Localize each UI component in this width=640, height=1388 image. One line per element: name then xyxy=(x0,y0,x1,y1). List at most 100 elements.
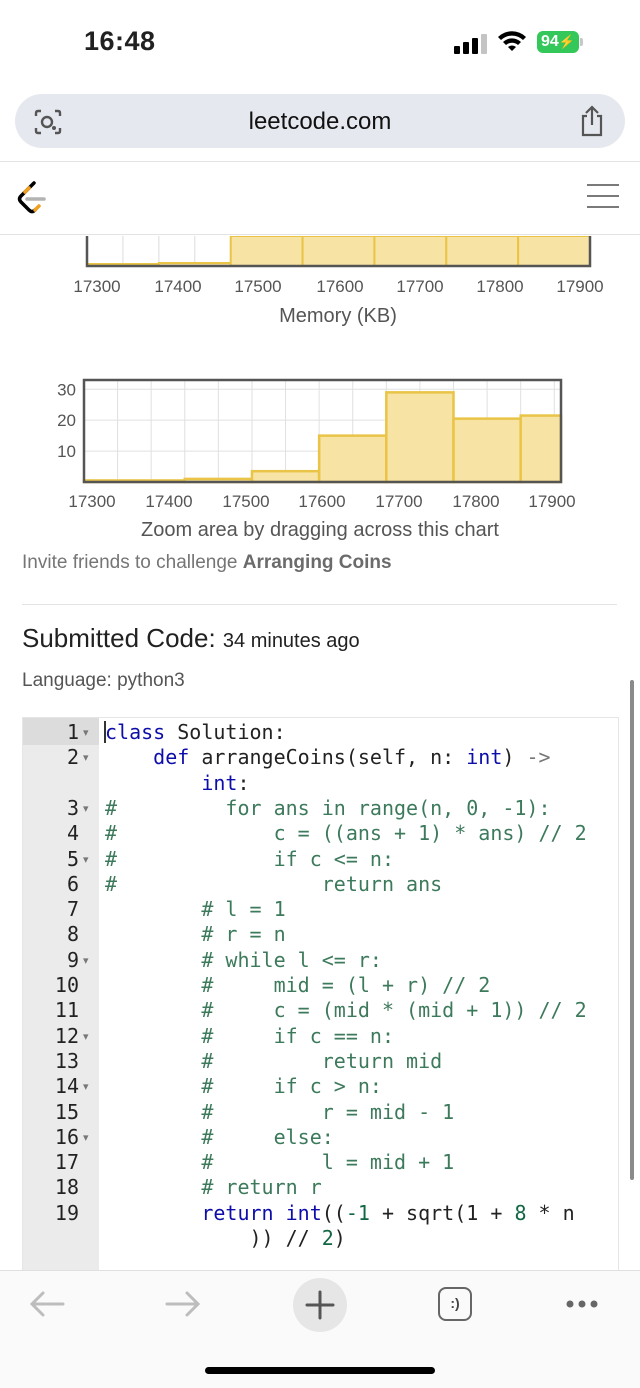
fold-arrow-icon[interactable]: ▾ xyxy=(83,726,89,739)
line-number: 11 xyxy=(54,998,79,1023)
home-indicator xyxy=(205,1367,435,1374)
code-line[interactable]: # while l <= r: xyxy=(105,948,382,972)
hamburger-menu-icon[interactable] xyxy=(587,184,619,217)
line-number: 1 xyxy=(66,720,79,744)
code-line[interactable]: )) // 2) xyxy=(105,1226,345,1250)
x-tick-label: 17600 xyxy=(298,492,345,511)
fold-arrow-icon[interactable]: ▾ xyxy=(83,954,89,967)
wifi-icon xyxy=(498,31,526,51)
code-line[interactable]: # c = ((ans + 1) * ans) // 2 xyxy=(105,821,587,845)
back-arrow-icon[interactable] xyxy=(28,1289,66,1319)
line-number: 13 xyxy=(54,1048,79,1073)
x-tick-label: 17600 xyxy=(316,277,363,296)
new-tab-plus-icon[interactable] xyxy=(292,1277,348,1333)
line-number: 16 xyxy=(54,1124,79,1149)
x-tick-label: 17500 xyxy=(222,492,269,511)
fold-arrow-icon[interactable]: ▾ xyxy=(83,853,89,866)
x-tick-label: 17400 xyxy=(154,277,201,296)
x-tick-label: 17700 xyxy=(396,277,443,296)
fold-arrow-icon[interactable]: ▾ xyxy=(83,802,89,815)
problem-name[interactable]: Arranging Coins xyxy=(243,552,392,573)
histogram-bar xyxy=(317,434,388,484)
y-tick-label: 30 xyxy=(57,380,76,399)
memory-distribution-chart[interactable]: 17300 17400 17500 17600 17700 17800 17900 xyxy=(0,236,640,300)
code-line[interactable]: # r = n xyxy=(105,922,285,946)
x-tick-label: 17900 xyxy=(556,277,603,296)
address-bar[interactable]: leetcode.com xyxy=(15,94,625,148)
page-scrollbar[interactable] xyxy=(630,680,634,1180)
fold-arrow-icon[interactable]: ▾ xyxy=(83,751,89,764)
code-line[interactable]: # c = (mid * (mid + 1)) // 2 xyxy=(105,998,586,1022)
histogram-bar xyxy=(452,417,522,484)
line-number: 7 xyxy=(66,897,79,922)
code-line[interactable]: # if c > n: xyxy=(105,1074,382,1098)
battery-level: 94 xyxy=(541,33,559,50)
x-tick-label: 17500 xyxy=(234,277,281,296)
divider xyxy=(0,234,640,235)
runtime-distribution-chart[interactable]: 10 20 30 17300 17400 17500 17600 17700 17800 1790… xyxy=(0,372,640,517)
line-number: 14 xyxy=(54,1074,79,1099)
code-line[interactable]: # return mid xyxy=(105,1049,442,1073)
line-number: 3 xyxy=(66,795,79,820)
code-line[interactable]: # mid = (l + r) // 2 xyxy=(105,973,490,997)
url-text[interactable]: leetcode.com xyxy=(15,108,625,136)
more-options-icon[interactable] xyxy=(565,1299,599,1309)
line-number: 6 xyxy=(66,871,79,896)
invite-prefix: Invite friends to challenge xyxy=(22,552,243,573)
code-line[interactable]: # return r xyxy=(105,1175,321,1199)
code-editor[interactable]: 1 ▾ class Solution: 2 ▾ def arrangeCoins(sel… xyxy=(22,717,619,1272)
histogram-bar xyxy=(517,236,592,267)
code-line[interactable]: # for ans in range(n, 0, -1): xyxy=(105,796,551,820)
line-number: 10 xyxy=(54,973,79,997)
histogram-bar xyxy=(445,236,520,267)
x-tick-label: 17400 xyxy=(145,492,192,511)
x-tick-label: 17700 xyxy=(375,492,422,511)
histogram-bar xyxy=(519,414,563,484)
share-icon[interactable] xyxy=(577,104,607,138)
code-line[interactable]: class Solution: xyxy=(105,720,286,744)
leetcode-logo-icon[interactable] xyxy=(16,180,48,216)
code-line[interactable]: # return ans xyxy=(105,872,442,896)
signal-icon xyxy=(454,34,488,54)
battery-nub xyxy=(580,38,583,46)
code-line[interactable]: # if c <= n: xyxy=(105,847,394,871)
battery-icon: 94⚡ xyxy=(537,31,579,53)
fold-arrow-icon[interactable]: ▾ xyxy=(83,1131,89,1144)
invite-text: Invite friends to challenge Arranging Co… xyxy=(22,552,392,574)
divider xyxy=(22,604,617,605)
code-line[interactable]: int: xyxy=(105,771,249,795)
x-tick-label: 17800 xyxy=(452,492,499,511)
line-number: 19 xyxy=(54,1200,79,1225)
language-label: Language: python3 xyxy=(22,670,185,691)
code-line[interactable]: # if c == n: xyxy=(105,1024,394,1048)
submitted-code-title: Submitted Code: xyxy=(22,623,216,653)
code-line[interactable]: # l = mid + 1 xyxy=(105,1150,454,1174)
line-number: 9 xyxy=(66,947,79,972)
code-line[interactable]: return int((-1 + sqrt(1 + 8 * n xyxy=(105,1201,574,1225)
forward-arrow-icon[interactable] xyxy=(164,1289,202,1319)
histogram-bar xyxy=(250,469,321,484)
status-time: 16:48 xyxy=(84,26,156,56)
histogram-bar xyxy=(229,236,304,267)
x-tick-label: 17300 xyxy=(68,492,115,511)
chart-zoom-hint: Zoom area by dragging across this chart xyxy=(141,519,499,541)
histogram-bar xyxy=(373,236,448,267)
x-tick-label: 17800 xyxy=(476,277,523,296)
fold-arrow-icon[interactable]: ▾ xyxy=(83,1030,89,1043)
code-line[interactable]: def arrangeCoins(self, n: int) -> xyxy=(105,745,550,769)
line-number: 17 xyxy=(54,1150,79,1175)
memory-axis-label: Memory (KB) xyxy=(279,305,397,327)
line-number: 4 xyxy=(66,821,79,846)
status-bar: 16:48 94⚡ xyxy=(0,0,640,90)
fold-arrow-icon[interactable]: ▾ xyxy=(83,1080,89,1093)
submitted-time: 34 minutes ago xyxy=(222,630,360,652)
code-line[interactable]: # r = mid - 1 xyxy=(105,1100,454,1124)
histogram-bar xyxy=(385,391,455,484)
code-line[interactable]: # else: xyxy=(105,1125,333,1149)
code-line[interactable]: # l = 1 xyxy=(105,897,285,921)
tabs-icon[interactable]: :) xyxy=(438,1287,472,1321)
line-number: 18 xyxy=(54,1175,79,1200)
line-number: 12 xyxy=(54,1023,79,1048)
histogram-bar xyxy=(301,236,376,267)
x-tick-label: 17900 xyxy=(528,492,575,511)
